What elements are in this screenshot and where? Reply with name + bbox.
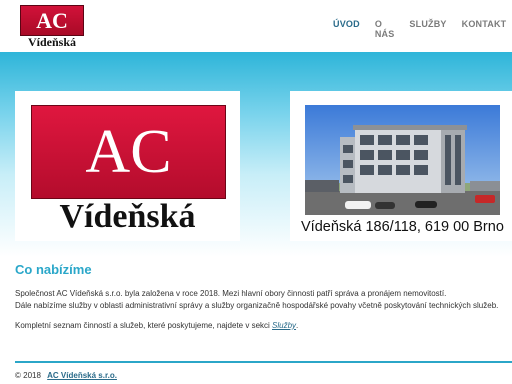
nav-item-sluzby[interactable]: SLUŽBY [409,19,446,39]
nav-item-kontakt[interactable]: KONTAKT [462,19,507,39]
intro-line-1: Společnost AC Vídeňská s.r.o. byla založ… [15,289,447,298]
services-text: Kompletní seznam činností a služeb, kter… [15,321,273,330]
main-nav: ÚVOD O NÁS SLUŽBY KONTAKT [333,19,512,39]
site-header: AC Vídeňská ÚVOD O NÁS SLUŽBY KONTAKT [0,0,512,52]
site-footer: © 2018 AC Vídeňská s.r.o. [15,371,117,380]
nav-item-uvod[interactable]: ÚVOD [333,19,360,39]
logo-initials: AC [20,5,84,36]
hero-logo-initials: AC [31,105,226,199]
footer-divider [15,361,512,363]
hero-banner: AC Vídeňská Vídeňská 186/118, 619 00 Brn… [0,52,512,257]
nav-item-o-nas[interactable]: O NÁS [375,19,395,39]
intro-paragraph: Společnost AC Vídeňská s.r.o. byla založ… [15,288,505,312]
building-photo [305,105,500,215]
footer-copyright: © 2018 [15,371,41,380]
footer-company-link[interactable]: AC Vídeňská s.r.o. [47,371,117,380]
hero-building-panel: Vídeňská 186/118, 619 00 Brno [290,91,512,241]
company-address: Vídeňská 186/118, 619 00 Brno [301,219,504,235]
section-title: Co nabízíme [15,262,92,277]
logo-name: Vídeňská [27,35,77,49]
services-link[interactable]: Služby [272,321,296,330]
services-paragraph: Kompletní seznam činností a služeb, kter… [15,320,505,332]
hero-logo-panel: AC Vídeňská [15,91,240,241]
intro-line-2: Dále nabízíme služby v oblasti administr… [15,301,499,310]
services-text-end: . [296,321,299,330]
main-content: Co nabízíme Společnost AC Vídeňská s.r.o… [15,262,505,332]
hero-logo-name: Vídeňská [59,198,196,235]
site-logo[interactable]: AC Vídeňská [20,5,84,49]
